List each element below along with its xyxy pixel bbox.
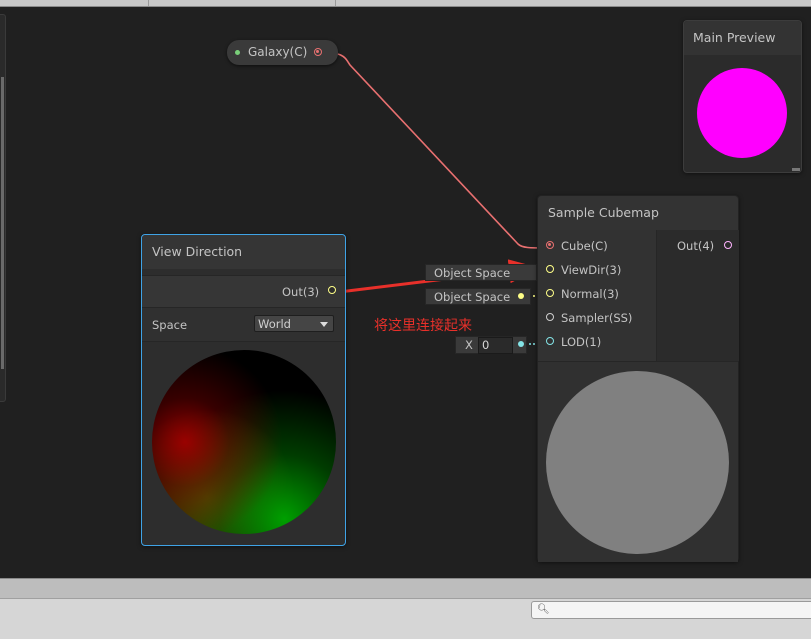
main-preview-window[interactable]: Main Preview [683,20,802,173]
galaxy-output-port[interactable] [314,48,322,56]
viewdir-inline-label: Object Space [434,266,511,280]
lod-input-port[interactable] [546,337,554,345]
sample-cubemap-output-label: Out(4) [677,239,715,253]
input-label-normal: Normal(3) [561,287,619,301]
view-direction-output-row: Out(3) [142,275,345,308]
cube-input-port[interactable] [546,241,554,249]
sample-cubemap-preview-sphere [546,371,729,554]
space-label: Space [152,318,188,332]
search-icon: 🔍︎ [537,604,550,615]
lod-axis-label: X [465,338,473,352]
annotation-text: 将这里连接起来 [374,318,472,334]
normal-inline-space[interactable]: Object Space [425,288,531,305]
search-input[interactable]: 🔍︎ [531,601,811,619]
input-label-sampler: Sampler(SS) [561,311,633,325]
main-preview-sphere [697,68,787,158]
space-control-row: Space World [142,308,345,342]
sample-cubemap-title: Sample Cubemap [538,196,738,230]
view-direction-node[interactable]: View Direction Out(3) Space World [141,234,346,546]
view-direction-preview [152,350,336,534]
input-label-viewdir: ViewDir(3) [561,263,622,277]
property-indicator-dot [235,50,240,55]
sampler-input-port[interactable] [546,313,554,321]
sample-cubemap-node[interactable]: Sample Cubemap Cube(C) ViewDir(3) Normal… [537,195,739,562]
viewdir-inline-space[interactable]: Object Space [425,264,537,281]
sample-cubemap-outputs: Out(4) [656,230,739,361]
view-direction-title: View Direction [142,235,345,269]
cube-wire [317,51,549,249]
view-direction-output-label: Out(3) [282,285,320,299]
sample-cubemap-preview [538,361,738,562]
input-label-cube: Cube(C) [561,239,608,253]
galaxy-property-node[interactable]: Galaxy(C) [227,40,338,65]
space-dropdown-value: World [258,317,291,331]
chevron-down-icon [320,322,328,327]
lod-value-field[interactable]: 0 [478,337,513,354]
lod-inline-port [518,341,524,347]
lod-inline-input[interactable]: X 0 [455,336,527,354]
normal-input-port[interactable] [546,289,554,297]
resize-grip[interactable] [792,168,800,171]
main-preview-title: Main Preview [684,21,801,55]
normal-inline-port [518,293,524,299]
space-dropdown[interactable]: World [254,315,334,332]
bottom-panel-header [0,578,811,599]
viewdir-input-port[interactable] [546,265,554,273]
sample-cubemap-inputs: Cube(C) ViewDir(3) Normal(3) Sampler(SS)… [538,230,656,361]
galaxy-label: Galaxy(C) [248,45,308,59]
sample-cubemap-output-port[interactable] [724,241,732,249]
normal-inline-label: Object Space [434,290,511,304]
view-direction-output-port[interactable] [328,286,336,294]
input-label-lod: LOD(1) [561,335,602,349]
